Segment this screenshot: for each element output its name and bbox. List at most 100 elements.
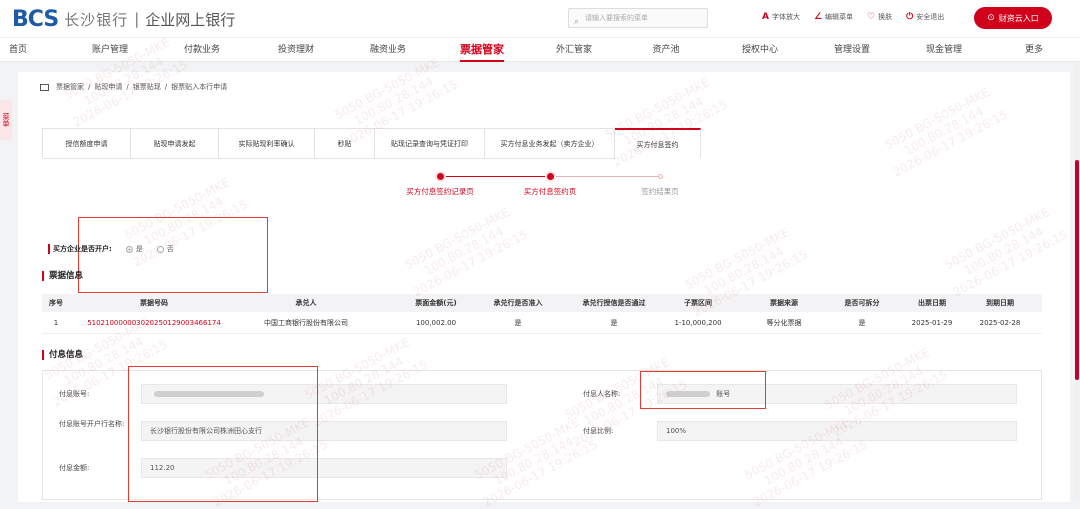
progress-steps: 买方付息签约记录页 买方付息签约页 签约结果页: [368, 168, 708, 198]
tab-5[interactable]: 买方付息业务发起（卖方企业）: [485, 129, 615, 159]
payment-ratio-value: 100%: [666, 427, 687, 435]
function-tabs: 授信额度申请 贴现申请发起 实际贴现利率确认 秒贴 贴现记录查询与凭证打印 买方付息业务发…: [42, 128, 701, 159]
nav-item-9[interactable]: 管理设置: [834, 38, 870, 62]
bill-cell-9: 2025-01-29: [911, 319, 953, 327]
header-tool-0[interactable]: A 字体放大: [762, 12, 800, 22]
bill-col-header-1: 票据号码: [140, 299, 168, 307]
radio-circle: [156, 245, 164, 253]
payment-ratio-label: 付息比例:: [583, 427, 614, 435]
step-dot-2: [658, 174, 663, 179]
nav-item-7[interactable]: 资产池: [652, 38, 679, 62]
buyer-account-option-0[interactable]: 是: [125, 244, 143, 254]
main-nav: 首页 账户管理 付款业务 投资理财 融资业务 票据管家 外汇管家 资产池 授权中心 管理设置 现金管…: [0, 38, 1080, 62]
tab-4[interactable]: 贴现记录查询与凭证打印: [375, 129, 485, 159]
step-line-1: [443, 176, 553, 177]
breadcrumb-item[interactable]: 银票贴现: [133, 82, 161, 92]
buyer-account-options: 是否: [125, 244, 174, 254]
bill-col-header-0: 序号: [49, 299, 63, 307]
search-icon: ⌕: [574, 17, 580, 27]
bank-name: 长沙银行: [64, 10, 129, 29]
header-tool-2[interactable]: ♡ 换肤: [867, 12, 892, 22]
tab-6[interactable]: 买方付息签约: [615, 128, 701, 158]
breadcrumb-item[interactable]: 贴现申请: [94, 82, 122, 92]
radio-label: 否: [166, 245, 174, 253]
breadcrumb-item: 银票贴入本行申请: [171, 83, 228, 91]
side-menu-tab[interactable]: 菜单: [0, 100, 12, 140]
payment-bank-label: 付息账号开户行名称:: [59, 420, 125, 428]
nav-item-10[interactable]: 现金管理: [926, 38, 962, 62]
highlight-box-payment-fields: [128, 366, 318, 502]
header-tool-label: 安全退出: [916, 13, 945, 21]
nav-item-5[interactable]: 票据管家: [460, 38, 504, 62]
bank-logo[interactable]: BCS 长沙银行 | 企业网上银行: [12, 6, 235, 32]
payer-name-label: 付息人名称:: [583, 390, 621, 398]
payment-ratio-field[interactable]: 100%: [657, 421, 1017, 441]
buyer-account-radio-group: 买方企业是否开户: 是否: [48, 244, 174, 254]
step-label-2: 签约结果页: [641, 187, 679, 196]
bill-table-header: 序号 票据号码 承兑人 票面金额(元) 承兑行是否准入 承兑行授信是否通过 子票区间 票据来源…: [42, 294, 1042, 312]
cloud-entry-button[interactable]: ⊙ 财资云入口: [974, 7, 1052, 29]
bill-cell-5: 是: [610, 319, 618, 327]
bill-info-title: 票据信息: [42, 271, 83, 281]
bill-col-header-5: 承兑行授信是否通过: [582, 299, 646, 307]
nav-item-4[interactable]: 融资业务: [370, 38, 406, 62]
nav-item-2[interactable]: 付款业务: [184, 38, 220, 62]
page-scrollbar[interactable]: [1074, 62, 1080, 498]
bill-cell-3: 100,002.00: [415, 319, 457, 327]
cloud-icon: ⊙: [987, 13, 995, 23]
nav-item-11[interactable]: 更多: [1025, 38, 1043, 62]
logo-mark: BCS: [12, 6, 59, 32]
nav-item-8[interactable]: 授权中心: [742, 38, 778, 62]
bill-cell-4: 是: [514, 319, 522, 327]
bill-col-header-6: 子票区间: [684, 299, 712, 307]
buyer-account-option-1[interactable]: 否: [156, 244, 174, 254]
breadcrumb-icon: [40, 83, 49, 91]
bill-col-header-4: 承兑行是否准入: [493, 299, 543, 307]
header-tools: A 字体放大 ∠ 编辑菜单 ♡ 换肤 ⏻ 安全退出: [762, 12, 944, 22]
breadcrumb: 票据管家 / 贴现申请 / 银票贴现 / 银票贴入本行申请: [40, 82, 227, 92]
bill-cell-2: 中国工商银行股份有限公司: [264, 319, 348, 327]
nav-item-6[interactable]: 外汇管家: [556, 38, 592, 62]
bill-col-header-7: 票据来源: [770, 299, 798, 307]
nav-item-3[interactable]: 投资理财: [278, 38, 314, 62]
header-tool-label: 编辑菜单: [825, 13, 854, 21]
header-tool-label: 字体放大: [771, 13, 800, 21]
tab-2[interactable]: 实际贴现利率确认: [219, 129, 315, 159]
scrollbar-thumb[interactable]: [1075, 160, 1079, 380]
payment-account-label: 付息账号:: [59, 390, 90, 398]
bill-col-header-3: 票面金额(元): [415, 299, 457, 307]
header-tool-label: 换肤: [878, 13, 893, 21]
power-icon: ⏻: [906, 12, 914, 22]
bill-col-header-9: 出票日期: [918, 299, 946, 307]
nav-item-1[interactable]: 账户管理: [92, 38, 128, 62]
tab-0[interactable]: 授信额度申请: [43, 129, 131, 159]
search-placeholder: 请输入要搜索的菜单: [585, 14, 648, 22]
logo-separator: |: [134, 10, 140, 28]
bill-col-header-10: 到期日期: [986, 299, 1014, 307]
bill-cell-6: 1-10,000,200: [674, 319, 722, 327]
bill-cell-0: 1: [53, 319, 59, 327]
cloud-entry-label: 财资云入口: [998, 13, 1039, 23]
header-tool-1[interactable]: ∠ 编辑菜单: [814, 12, 853, 22]
skin-icon: ♡: [867, 12, 876, 22]
tab-3[interactable]: 秒贴: [315, 129, 375, 159]
menu-search-input[interactable]: ⌕ 请输入要搜索的菜单: [568, 8, 708, 28]
step-line-2: [553, 176, 663, 177]
bill-cell-1[interactable]: 510210000003020250129003466174: [87, 314, 221, 332]
breadcrumb-separator: /: [126, 83, 129, 91]
highlight-box-payer-name: [640, 371, 766, 409]
bill-cell-7: 等分化票据: [766, 319, 802, 327]
highlight-box-account-open: [78, 217, 268, 293]
bill-col-header-2: 承兑人: [295, 299, 317, 307]
step-dot-0: [437, 173, 444, 180]
payment-info-title: 付息信息: [42, 350, 83, 360]
font-size-icon: A: [762, 12, 769, 22]
header-tool-3[interactable]: ⏻ 安全退出: [906, 12, 944, 22]
nav-item-0[interactable]: 首页: [9, 38, 27, 62]
buyer-account-label: 买方企业是否开户:: [48, 244, 112, 254]
radio-label: 是: [135, 245, 143, 253]
breadcrumb-item[interactable]: 票据管家: [56, 82, 84, 92]
tab-1[interactable]: 贴现申请发起: [131, 129, 219, 159]
payment-amount-label: 付息金额:: [59, 464, 90, 472]
bill-col-header-8: 是否可拆分: [844, 299, 880, 307]
